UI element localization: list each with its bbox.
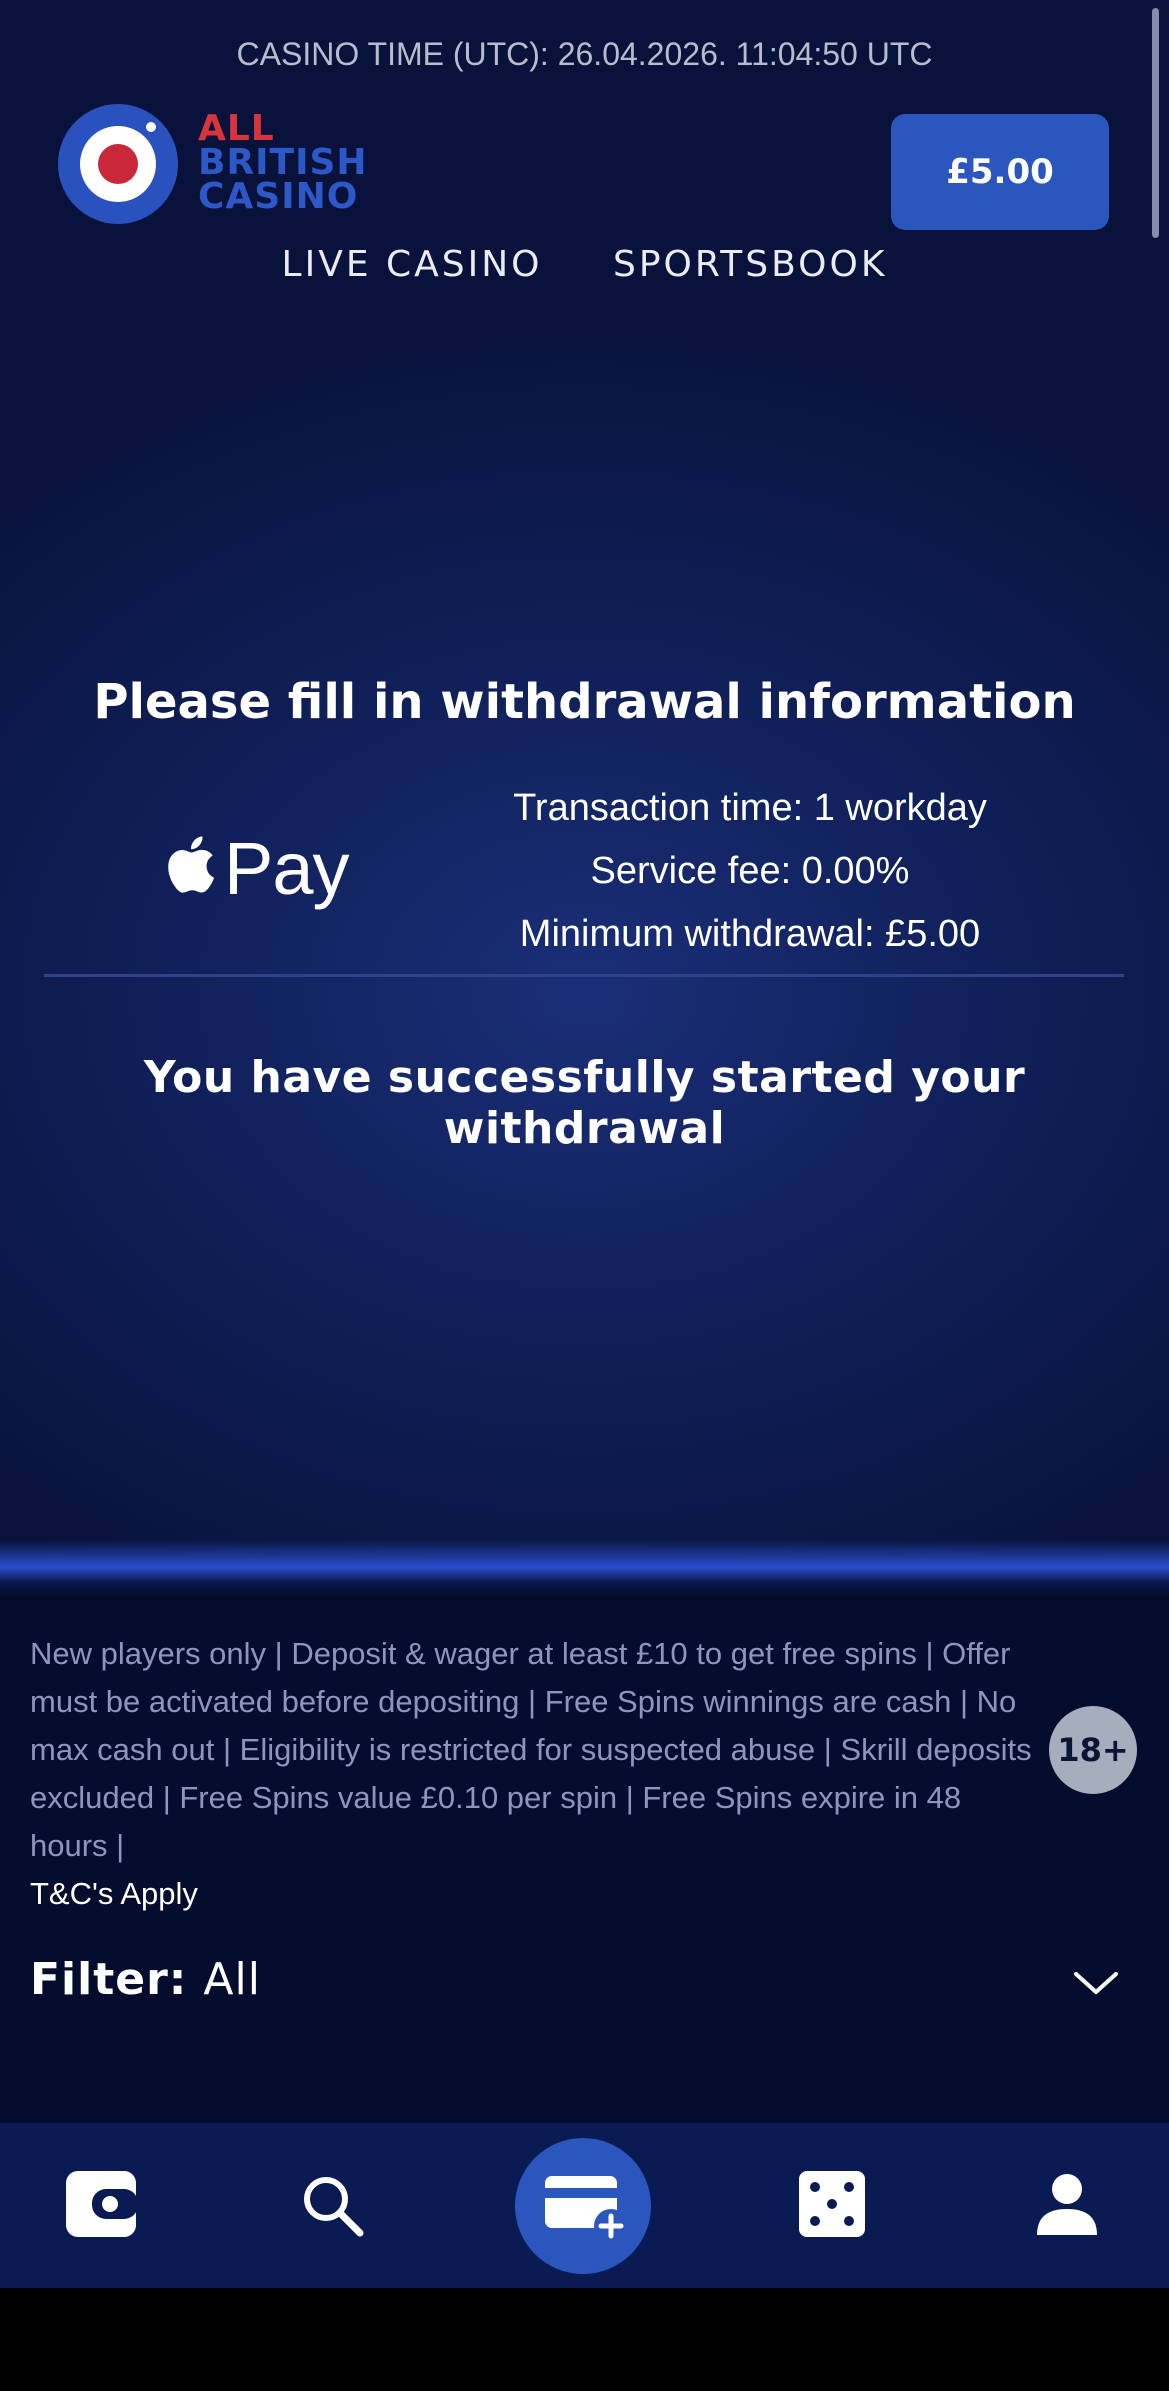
bottom-safe-area — [0, 2288, 1169, 2391]
filter-dropdown[interactable]: Filter: All — [30, 1954, 261, 2005]
tab-games[interactable] — [773, 2123, 893, 2288]
withdrawal-info: Transaction time: 1 workday Service fee:… — [450, 780, 1050, 969]
chevron-down-icon[interactable] — [1072, 1968, 1120, 1998]
deposit-card-icon — [545, 2176, 628, 2243]
filter-value: All — [203, 1954, 261, 2005]
tab-account[interactable] — [1006, 2123, 1126, 2288]
wallet-icon — [66, 2171, 138, 2237]
casino-logo[interactable]: ALL BRITISH CASINO — [58, 104, 388, 228]
service-fee: Service fee: 0.00% — [590, 850, 910, 892]
user-icon — [1037, 2174, 1097, 2235]
dice-icon — [799, 2171, 865, 2237]
tab-wallet[interactable] — [44, 2123, 164, 2288]
withdrawal-heading: Please fill in withdrawal information — [93, 674, 1076, 730]
casino-time: CASINO TIME (UTC): 26.04.2026. 11:04:50 … — [236, 36, 933, 72]
tab-deposit[interactable] — [515, 2138, 651, 2274]
roundel-icon — [58, 104, 178, 224]
nav-sportsbook[interactable]: SPORTSBOOK — [613, 244, 887, 285]
tab-search[interactable] — [274, 2123, 394, 2288]
section-glow-divider — [0, 1540, 1169, 1600]
tc-apply-link[interactable]: T&C's Apply — [30, 1870, 1040, 1918]
balance-button[interactable]: £5.00 — [891, 114, 1109, 230]
terms-text: New players only | Deposit & wager at le… — [30, 1636, 1032, 1863]
apple-icon — [168, 836, 215, 893]
promo-terms: New players only | Deposit & wager at le… — [30, 1630, 1040, 1918]
nav-live-casino[interactable]: LIVE CASINO — [282, 244, 543, 285]
apple-pay-method: Pay — [162, 826, 362, 916]
success-message: You have successfully started your withd… — [143, 1052, 1026, 1154]
age-restriction-badge: 18+ — [1049, 1706, 1137, 1794]
logo-wordmark: ALL BRITISH CASINO — [198, 108, 368, 217]
top-nav: LIVE CASINO SPORTSBOOK — [0, 244, 1169, 285]
filter-label: Filter: — [30, 1954, 188, 2005]
divider — [44, 974, 1124, 977]
transaction-time: Transaction time: 1 workday — [513, 787, 987, 829]
minimum-withdrawal: Minimum withdrawal: £5.00 — [519, 913, 981, 955]
apple-pay-label: Pay — [224, 827, 350, 910]
search-icon — [304, 2177, 364, 2237]
